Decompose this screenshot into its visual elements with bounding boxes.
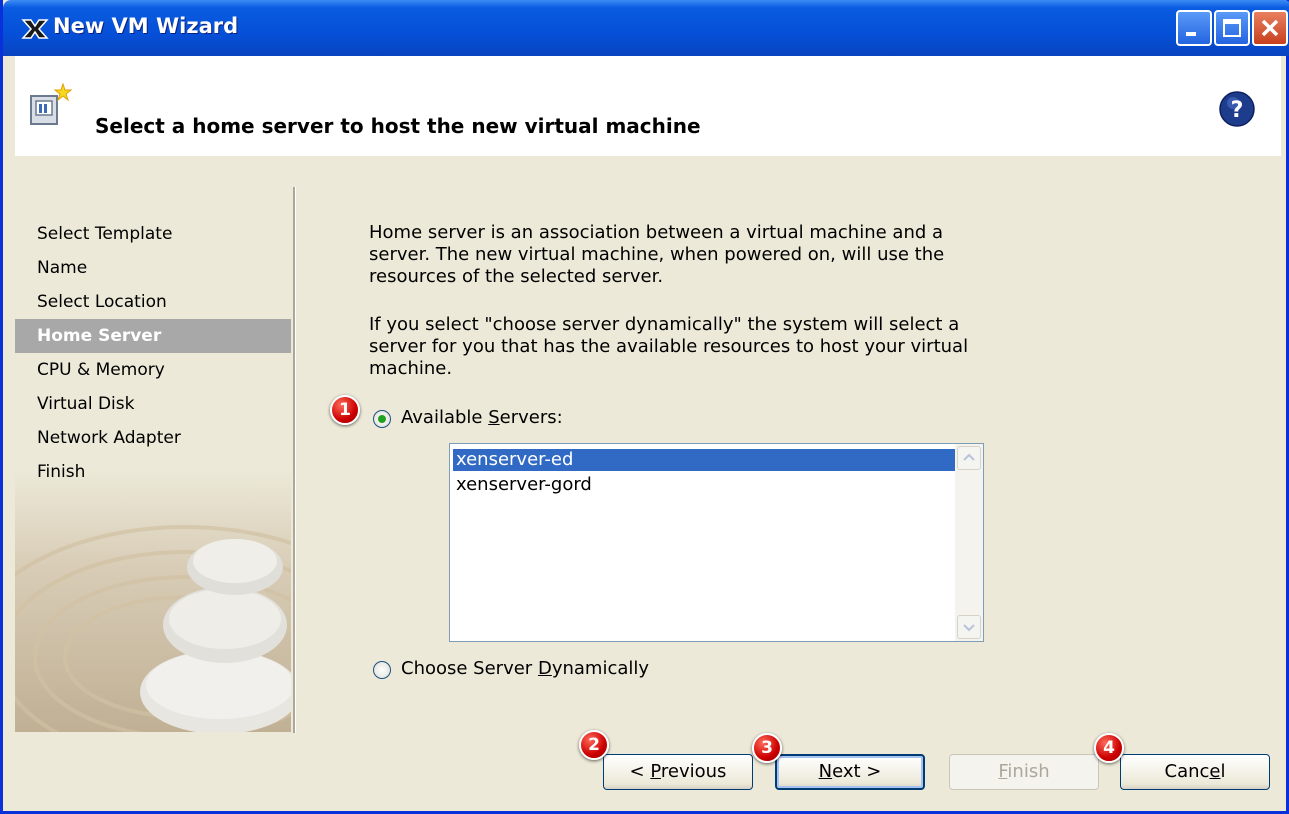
svg-text:?: ? [1231,98,1244,123]
wizard-window: New VM Wizard Select a home server to ho… [0,0,1289,814]
description-paragraph-2: If you select "choose server dynamically… [369,314,1089,380]
help-icon[interactable]: ? [1218,90,1256,128]
maximize-button[interactable] [1214,10,1250,46]
description-line: machine. [369,358,453,379]
new-vm-icon [30,82,73,125]
minimize-icon [1186,32,1196,36]
nav-item-select-template[interactable]: Select Template [15,217,291,251]
finish-button: Finish [949,754,1099,790]
callout-badge-4: 4 [1094,733,1124,763]
scroll-up-button[interactable] [957,446,981,470]
nav-item-virtual-disk[interactable]: Virtual Disk [15,387,291,421]
servers-listbox[interactable]: xenserver-ed xenserver-gord [449,443,984,642]
cancel-button[interactable]: Cancel [1120,754,1270,790]
nav-item-cpu-memory[interactable]: CPU & Memory [15,353,291,387]
description-line: resources of the selected server. [369,266,664,287]
wizard-header: Select a home server to host the new vir… [15,56,1281,156]
description-paragraph-1: Home server is an association between a … [369,222,1089,288]
nav-item-finish[interactable]: Finish [15,455,291,489]
description-line: Home server is an association between a … [369,222,944,243]
radio-checked-dot [378,415,386,423]
scroll-down-button[interactable] [957,615,981,639]
description-line: If you select "choose server dynamically… [369,314,960,335]
close-button[interactable] [1252,10,1288,46]
choose-dynamically-radio[interactable] [373,661,391,679]
callout-badge-2: 2 [579,730,609,760]
page-title: Select a home server to host the new vir… [95,114,701,138]
sidebar-divider [293,187,296,733]
chevron-down-icon [963,624,975,632]
listbox-scrollbar[interactable] [955,444,983,641]
nav-item-name[interactable]: Name [15,251,291,285]
description-line: server for you that has the available re… [369,336,969,357]
chevron-up-icon [963,453,975,461]
wizard-steps-sidebar: Select Template Name Select Location Hom… [15,187,291,732]
close-icon [1261,19,1279,37]
server-item-xenserver-ed[interactable]: xenserver-ed [453,449,955,471]
minimize-button[interactable] [1176,10,1212,46]
server-item-xenserver-gord[interactable]: xenserver-gord [453,474,955,496]
next-button[interactable]: Next > [775,754,925,790]
nav-item-select-location[interactable]: Select Location [15,285,291,319]
maximize-icon [1223,19,1241,37]
nav-item-home-server[interactable]: Home Server [15,319,291,353]
title-bar[interactable]: New VM Wizard [3,0,1289,56]
available-servers-label[interactable]: Available Servers: [401,407,563,428]
callout-badge-1: 1 [330,395,360,425]
callout-badge-3: 3 [752,733,782,763]
available-servers-radio[interactable] [373,410,391,428]
nav-item-network-adapter[interactable]: Network Adapter [15,421,291,455]
window-title: New VM Wizard [53,14,239,38]
previous-button[interactable]: < Previous [603,754,753,790]
choose-dynamically-label[interactable]: Choose Server Dynamically [401,658,649,679]
xen-app-icon [21,19,49,39]
description-line: server. The new virtual machine, when po… [369,244,945,265]
